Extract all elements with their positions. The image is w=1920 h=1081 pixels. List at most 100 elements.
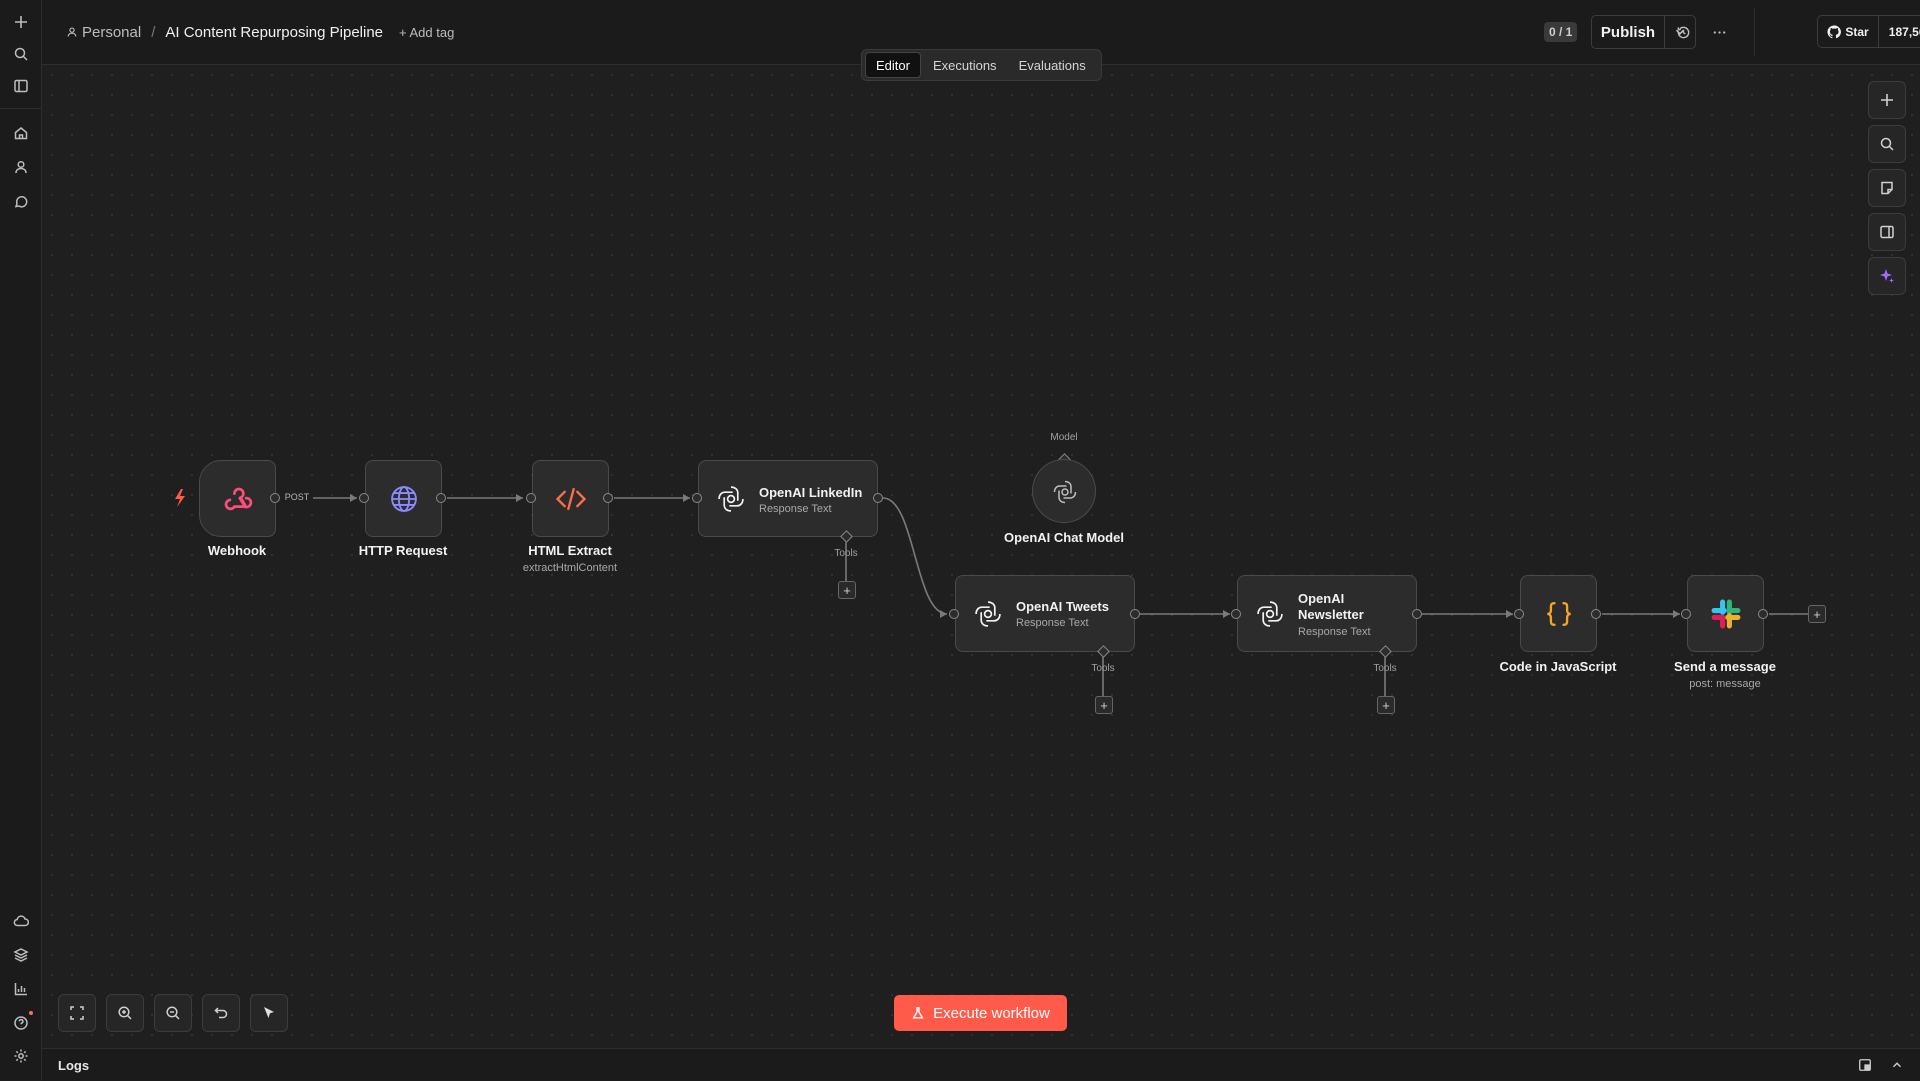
add-tag-button[interactable]: + Add tag — [399, 0, 454, 64]
send-message-label: Send a message — [1674, 659, 1776, 674]
input-port[interactable] — [359, 493, 369, 503]
workflow-name[interactable]: AI Content Repurposing Pipeline — [165, 24, 383, 41]
left-sidebar — [0, 0, 42, 1080]
execute-workflow-button[interactable]: Execute workflow — [894, 995, 1067, 1031]
publish-button[interactable]: Publish — [1592, 16, 1665, 48]
user-icon[interactable] — [8, 154, 33, 179]
panel-icon[interactable] — [8, 73, 33, 98]
openai-icon — [1250, 594, 1290, 634]
openai-chat-model-node[interactable] — [1032, 459, 1096, 523]
workflow-canvas[interactable] — [42, 65, 1920, 1048]
webhook-icon — [218, 479, 258, 519]
logs-label: Logs — [58, 1057, 90, 1073]
github-star-button[interactable]: Star 187,560 — [1817, 15, 1920, 48]
sparkle-icon — [1880, 269, 1894, 283]
chevron-up-icon[interactable] — [1890, 1058, 1904, 1072]
chart-icon[interactable] — [8, 976, 33, 1001]
execute-workflow-label: Execute workflow — [933, 1004, 1050, 1022]
breadcrumb-separator: / — [151, 23, 156, 41]
ai-assistant-button[interactable] — [1868, 257, 1906, 295]
cloud-icon[interactable] — [8, 908, 33, 933]
output-port[interactable] — [1758, 609, 1768, 619]
plus-icon[interactable] — [8, 9, 33, 34]
sidebar-divider — [0, 108, 41, 109]
input-port[interactable] — [1514, 609, 1524, 619]
input-port[interactable] — [949, 609, 959, 619]
openai-newsletter-title-line1: OpenAI — [1298, 591, 1345, 606]
fullscreen-icon — [70, 1006, 84, 1020]
undo-button[interactable] — [202, 994, 240, 1032]
input-port[interactable] — [692, 493, 702, 503]
add-node-button[interactable] — [1868, 81, 1906, 119]
code-javascript-label: Code in JavaScript — [1499, 659, 1617, 674]
html-extract-node[interactable] — [532, 460, 609, 537]
history-icon[interactable] — [1671, 20, 1695, 44]
version-badge: 0 / 1 — [1544, 22, 1578, 42]
flask-icon — [912, 1007, 924, 1019]
tab-evaluations[interactable]: Evaluations — [1009, 53, 1096, 77]
tab-editor[interactable]: Editor — [865, 52, 921, 78]
output-port[interactable] — [270, 493, 280, 503]
tools-label: Tools — [1373, 663, 1397, 674]
http-request-node[interactable] — [365, 460, 442, 537]
home-icon[interactable] — [8, 120, 33, 145]
add-tool-button[interactable]: + — [1095, 696, 1113, 714]
add-tool-button[interactable]: + — [838, 581, 856, 599]
undo-icon — [214, 1007, 228, 1019]
cursor-icon — [264, 1007, 274, 1018]
layers-icon[interactable] — [8, 942, 33, 967]
output-port[interactable] — [1130, 609, 1140, 619]
search-icon[interactable] — [8, 41, 33, 66]
zoom-in-button[interactable] — [106, 994, 144, 1032]
html-extract-subtitle: extractHtmlContent — [522, 562, 618, 574]
add-tool-button[interactable]: + — [1377, 696, 1395, 714]
output-port[interactable] — [1591, 609, 1601, 619]
project-link[interactable]: Personal — [82, 24, 141, 41]
send-message-node[interactable] — [1687, 575, 1764, 652]
output-port[interactable] — [436, 493, 446, 503]
openai-icon — [711, 479, 751, 519]
panel-icon — [1880, 225, 1894, 239]
tools-label: Tools — [834, 548, 858, 559]
sticky-note-button[interactable] — [1868, 169, 1906, 207]
webhook-label: Webhook — [207, 543, 267, 558]
output-port[interactable] — [603, 493, 613, 503]
input-port[interactable] — [1231, 609, 1241, 619]
globe-icon — [384, 479, 424, 519]
notification-dot — [29, 1011, 33, 1015]
fit-view-button[interactable] — [58, 994, 96, 1032]
zoom-out-button[interactable] — [154, 994, 192, 1032]
webhook-node[interactable] — [199, 460, 276, 537]
github-star[interactable]: Star — [1818, 16, 1879, 47]
help-icon[interactable] — [8, 1010, 33, 1035]
openai-icon — [1045, 472, 1085, 512]
gear-icon[interactable] — [8, 1043, 33, 1068]
openai-linkedin-subtitle: Response Text — [759, 503, 832, 515]
chat-icon[interactable] — [8, 189, 33, 214]
breadcrumb: Personal / AI Content Repurposing Pipeli… — [66, 0, 383, 64]
code-javascript-node[interactable] — [1520, 575, 1597, 652]
logs-bar[interactable]: Logs — [42, 1048, 1920, 1081]
more-options-icon[interactable] — [1707, 20, 1731, 44]
openai-tweets-node[interactable]: OpenAI Tweets Response Text — [955, 575, 1135, 652]
openai-newsletter-node[interactable]: OpenAI Newsletter Response Text — [1237, 575, 1417, 652]
openai-newsletter-title-line2: Newsletter — [1298, 607, 1364, 622]
search-nodes-button[interactable] — [1868, 125, 1906, 163]
toggle-panel-button[interactable] — [1868, 213, 1906, 251]
pointer-mode-button[interactable] — [250, 994, 288, 1032]
openai-linkedin-node[interactable]: OpenAI LinkedIn Response Text — [698, 460, 878, 537]
output-port[interactable] — [1412, 609, 1422, 619]
github-star-label: Star — [1845, 24, 1869, 39]
input-port[interactable] — [526, 493, 536, 503]
openai-icon — [968, 594, 1008, 634]
topbar-divider — [1754, 8, 1755, 56]
popout-icon[interactable] — [1858, 1058, 1872, 1072]
curly-braces-icon — [1539, 594, 1579, 634]
output-port[interactable] — [873, 493, 883, 503]
input-port[interactable] — [1681, 609, 1691, 619]
zoom-in-icon — [118, 1006, 132, 1020]
add-node-button[interactable]: + — [1808, 605, 1826, 623]
plus-icon — [1881, 94, 1893, 106]
tab-executions[interactable]: Executions — [923, 53, 1007, 77]
http-request-label: HTTP Request — [358, 543, 448, 558]
